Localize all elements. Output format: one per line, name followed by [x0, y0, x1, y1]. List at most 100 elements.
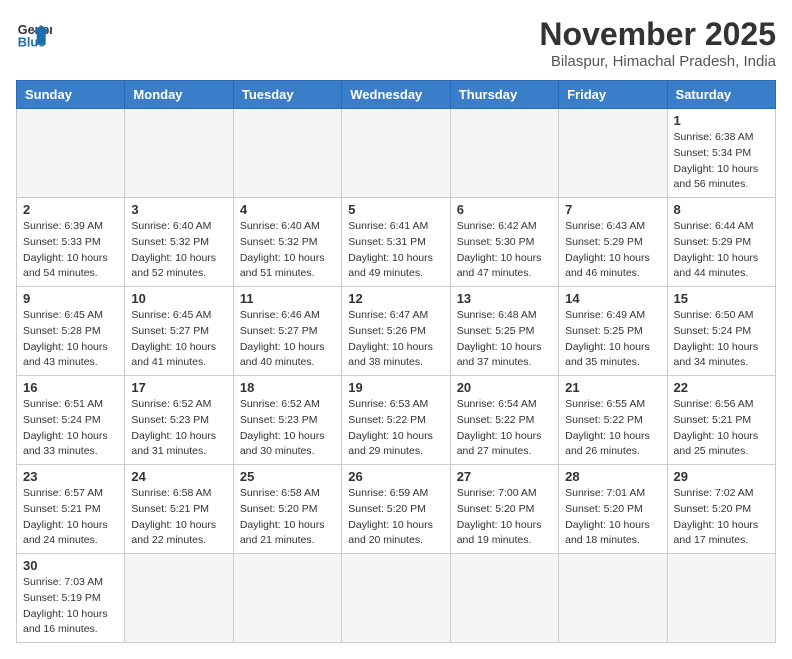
- day-info: Sunrise: 6:57 AMSunset: 5:21 PMDaylight:…: [23, 486, 118, 549]
- day-info: Sunrise: 6:45 AMSunset: 5:28 PMDaylight:…: [23, 308, 118, 371]
- day-info: Sunrise: 6:41 AMSunset: 5:31 PMDaylight:…: [348, 219, 443, 282]
- day-number: 20: [457, 380, 552, 395]
- weekday-header-friday: Friday: [559, 81, 667, 109]
- day-number: 23: [23, 469, 118, 484]
- calendar-cell: 21 Sunrise: 6:55 AMSunset: 5:22 PMDayligh…: [559, 376, 667, 465]
- day-number: 10: [131, 291, 226, 306]
- calendar-cell: [559, 554, 667, 643]
- day-number: 25: [240, 469, 335, 484]
- day-info: Sunrise: 6:47 AMSunset: 5:26 PMDaylight:…: [348, 308, 443, 371]
- day-number: 15: [674, 291, 769, 306]
- calendar-cell: 11 Sunrise: 6:46 AMSunset: 5:27 PMDayligh…: [233, 287, 341, 376]
- day-number: 6: [457, 202, 552, 217]
- day-info: Sunrise: 6:48 AMSunset: 5:25 PMDaylight:…: [457, 308, 552, 371]
- calendar-cell: 16Sunrise: 6:51 AMSunset: 5:24 PMDayligh…: [17, 376, 125, 465]
- calendar-week-2: 9Sunrise: 6:45 AMSunset: 5:28 PMDaylight…: [17, 287, 776, 376]
- calendar-cell: 7 Sunrise: 6:43 AMSunset: 5:29 PMDaylight…: [559, 198, 667, 287]
- day-number: 13: [457, 291, 552, 306]
- calendar-cell: 10Sunrise: 6:45 AMSunset: 5:27 PMDayligh…: [125, 287, 233, 376]
- calendar-cell: 22 Sunrise: 6:56 AMSunset: 5:21 PMDayligh…: [667, 376, 775, 465]
- calendar-cell: 27Sunrise: 7:00 AMSunset: 5:20 PMDayligh…: [450, 465, 558, 554]
- calendar-cell: 26 Sunrise: 6:59 AMSunset: 5:20 PMDayligh…: [342, 465, 450, 554]
- weekday-header-row: SundayMondayTuesdayWednesdayThursdayFrid…: [17, 81, 776, 109]
- day-number: 2: [23, 202, 118, 217]
- calendar-cell: [342, 109, 450, 198]
- day-info: Sunrise: 6:59 AMSunset: 5:20 PMDaylight:…: [348, 486, 443, 549]
- calendar-cell: 8 Sunrise: 6:44 AMSunset: 5:29 PMDaylight…: [667, 198, 775, 287]
- day-info: Sunrise: 6:43 AMSunset: 5:29 PMDaylight:…: [565, 219, 660, 282]
- calendar-cell: 30 Sunrise: 7:03 AMSunset: 5:19 PMDayligh…: [17, 554, 125, 643]
- day-number: 19: [348, 380, 443, 395]
- day-number: 22: [674, 380, 769, 395]
- day-info: Sunrise: 6:44 AMSunset: 5:29 PMDaylight:…: [674, 219, 769, 282]
- day-info: Sunrise: 6:51 AMSunset: 5:24 PMDaylight:…: [23, 397, 118, 460]
- day-number: 12: [348, 291, 443, 306]
- logo-icon: General Blue: [16, 16, 52, 52]
- logo: General Blue: [16, 16, 52, 52]
- day-number: 17: [131, 380, 226, 395]
- calendar-cell: [125, 109, 233, 198]
- calendar-cell: 4 Sunrise: 6:40 AMSunset: 5:32 PMDaylight…: [233, 198, 341, 287]
- day-info: Sunrise: 7:02 AMSunset: 5:20 PMDaylight:…: [674, 486, 769, 549]
- calendar-cell: [233, 554, 341, 643]
- day-info: Sunrise: 6:39 AMSunset: 5:33 PMDaylight:…: [23, 219, 118, 282]
- day-number: 21: [565, 380, 660, 395]
- day-info: Sunrise: 6:58 AMSunset: 5:20 PMDaylight:…: [240, 486, 335, 549]
- calendar-cell: [17, 109, 125, 198]
- day-number: 11: [240, 291, 335, 306]
- day-info: Sunrise: 6:56 AMSunset: 5:21 PMDaylight:…: [674, 397, 769, 460]
- calendar-cell: [342, 554, 450, 643]
- day-info: Sunrise: 6:58 AMSunset: 5:21 PMDaylight:…: [131, 486, 226, 549]
- calendar-cell: 9Sunrise: 6:45 AMSunset: 5:28 PMDaylight…: [17, 287, 125, 376]
- calendar-cell: 6Sunrise: 6:42 AMSunset: 5:30 PMDaylight…: [450, 198, 558, 287]
- calendar-cell: 5 Sunrise: 6:41 AMSunset: 5:31 PMDaylight…: [342, 198, 450, 287]
- day-number: 26: [348, 469, 443, 484]
- calendar-cell: 29 Sunrise: 7:02 AMSunset: 5:20 PMDayligh…: [667, 465, 775, 554]
- day-info: Sunrise: 6:55 AMSunset: 5:22 PMDaylight:…: [565, 397, 660, 460]
- day-number: 3: [131, 202, 226, 217]
- calendar-cell: 23 Sunrise: 6:57 AMSunset: 5:21 PMDayligh…: [17, 465, 125, 554]
- calendar-cell: [559, 109, 667, 198]
- calendar-week-3: 16Sunrise: 6:51 AMSunset: 5:24 PMDayligh…: [17, 376, 776, 465]
- calendar-cell: 14Sunrise: 6:49 AMSunset: 5:25 PMDayligh…: [559, 287, 667, 376]
- weekday-header-sunday: Sunday: [17, 81, 125, 109]
- day-number: 18: [240, 380, 335, 395]
- day-number: 30: [23, 558, 118, 573]
- day-number: 29: [674, 469, 769, 484]
- calendar-cell: 13 Sunrise: 6:48 AMSunset: 5:25 PMDayligh…: [450, 287, 558, 376]
- day-info: Sunrise: 6:52 AMSunset: 5:23 PMDaylight:…: [131, 397, 226, 460]
- calendar-cell: 1Sunrise: 6:38 AMSunset: 5:34 PMDaylight…: [667, 109, 775, 198]
- day-number: 27: [457, 469, 552, 484]
- day-info: Sunrise: 6:53 AMSunset: 5:22 PMDaylight:…: [348, 397, 443, 460]
- day-number: 1: [674, 113, 769, 128]
- day-info: Sunrise: 6:40 AMSunset: 5:32 PMDaylight:…: [240, 219, 335, 282]
- calendar-cell: 20Sunrise: 6:54 AMSunset: 5:22 PMDayligh…: [450, 376, 558, 465]
- page-header: General Blue November 2025 Bilaspur, Him…: [16, 16, 776, 70]
- day-number: 5: [348, 202, 443, 217]
- calendar-cell: 2 Sunrise: 6:39 AMSunset: 5:33 PMDaylight…: [17, 198, 125, 287]
- calendar-table: SundayMondayTuesdayWednesdayThursdayFrid…: [16, 80, 776, 643]
- day-number: 14: [565, 291, 660, 306]
- calendar-cell: [667, 554, 775, 643]
- calendar-cell: 15Sunrise: 6:50 AMSunset: 5:24 PMDayligh…: [667, 287, 775, 376]
- location: Bilaspur, Himachal Pradesh, India: [539, 53, 776, 70]
- calendar-cell: 19 Sunrise: 6:53 AMSunset: 5:22 PMDayligh…: [342, 376, 450, 465]
- calendar-week-0: 1Sunrise: 6:38 AMSunset: 5:34 PMDaylight…: [17, 109, 776, 198]
- calendar-cell: 12 Sunrise: 6:47 AMSunset: 5:26 PMDayligh…: [342, 287, 450, 376]
- calendar-cell: [450, 109, 558, 198]
- day-number: 7: [565, 202, 660, 217]
- day-info: Sunrise: 6:52 AMSunset: 5:23 PMDaylight:…: [240, 397, 335, 460]
- calendar-cell: 25 Sunrise: 6:58 AMSunset: 5:20 PMDayligh…: [233, 465, 341, 554]
- weekday-header-thursday: Thursday: [450, 81, 558, 109]
- day-number: 8: [674, 202, 769, 217]
- day-info: Sunrise: 6:46 AMSunset: 5:27 PMDaylight:…: [240, 308, 335, 371]
- day-number: 4: [240, 202, 335, 217]
- calendar-week-1: 2 Sunrise: 6:39 AMSunset: 5:33 PMDaylight…: [17, 198, 776, 287]
- calendar-cell: 18 Sunrise: 6:52 AMSunset: 5:23 PMDayligh…: [233, 376, 341, 465]
- calendar-cell: 3 Sunrise: 6:40 AMSunset: 5:32 PMDaylight…: [125, 198, 233, 287]
- day-info: Sunrise: 6:40 AMSunset: 5:32 PMDaylight:…: [131, 219, 226, 282]
- calendar-cell: [450, 554, 558, 643]
- day-info: Sunrise: 7:03 AMSunset: 5:19 PMDaylight:…: [23, 575, 118, 638]
- weekday-header-wednesday: Wednesday: [342, 81, 450, 109]
- calendar-cell: 17 Sunrise: 6:52 AMSunset: 5:23 PMDayligh…: [125, 376, 233, 465]
